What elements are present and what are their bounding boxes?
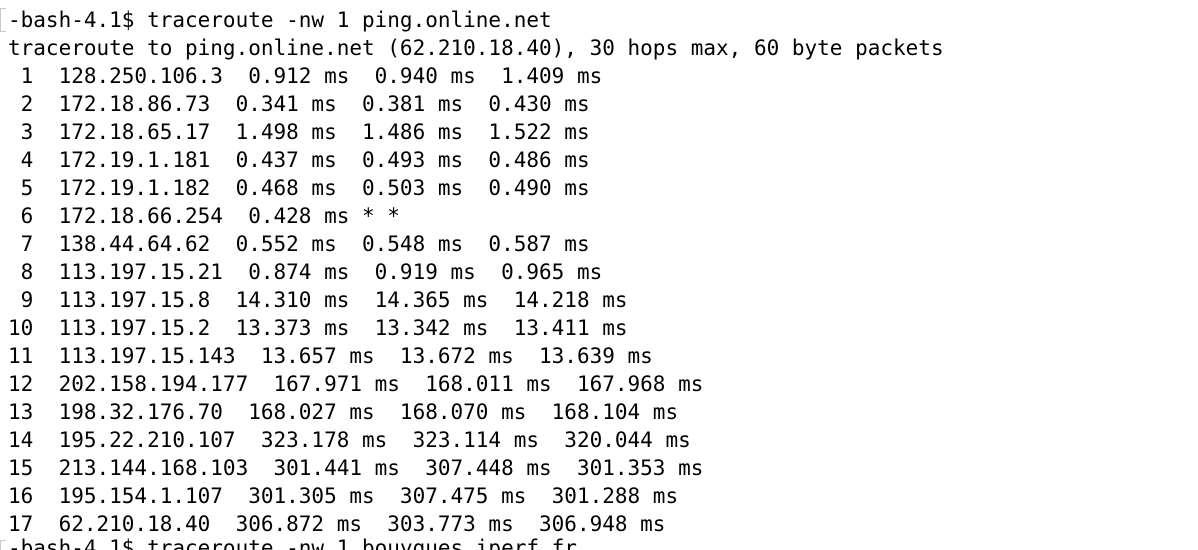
terminal-window[interactable]: -bash-4.1$ traceroute -nw 1 ping.online.…: [0, 0, 1198, 550]
command-mark: [0, 540, 6, 550]
hop-line: 6 172.18.66.254 0.428 ms * *: [8, 204, 400, 228]
command-prompt: -bash-4.1$ traceroute -nw 1 ping.online.…: [8, 8, 552, 32]
traceroute-header: traceroute to ping.online.net (62.210.18…: [8, 36, 944, 60]
hop-line: 14 195.22.210.107 323.178 ms 323.114 ms …: [8, 428, 691, 452]
hop-line: 4 172.19.1.181 0.437 ms 0.493 ms 0.486 m…: [8, 148, 590, 172]
hop-line: 10 113.197.15.2 13.373 ms 13.342 ms 13.4…: [8, 316, 628, 340]
hop-line: 1 128.250.106.3 0.912 ms 0.940 ms 1.409 …: [8, 64, 603, 88]
hop-line: 9 113.197.15.8 14.310 ms 14.365 ms 14.21…: [8, 288, 628, 312]
command-mark: [0, 8, 6, 32]
hop-line: 3 172.18.65.17 1.498 ms 1.486 ms 1.522 m…: [8, 120, 590, 144]
hop-line: 8 113.197.15.21 0.874 ms 0.919 ms 0.965 …: [8, 260, 603, 284]
hop-line: 5 172.19.1.182 0.468 ms 0.503 ms 0.490 m…: [8, 176, 590, 200]
hop-line: 11 113.197.15.143 13.657 ms 13.672 ms 13…: [8, 344, 653, 368]
terminal-output: -bash-4.1$ traceroute -nw 1 ping.online.…: [8, 6, 944, 538]
next-command-prompt: -bash-4.1$ traceroute -nw 1 bouygues.ipe…: [8, 536, 577, 550]
hop-line: 12 202.158.194.177 167.971 ms 168.011 ms…: [8, 372, 704, 396]
hop-line: 2 172.18.86.73 0.341 ms 0.381 ms 0.430 m…: [8, 92, 590, 116]
hop-line: 15 213.144.168.103 301.441 ms 307.448 ms…: [8, 456, 704, 480]
hop-line: 7 138.44.64.62 0.552 ms 0.548 ms 0.587 m…: [8, 232, 590, 256]
hop-line: 13 198.32.176.70 168.027 ms 168.070 ms 1…: [8, 400, 679, 424]
hop-line: 16 195.154.1.107 301.305 ms 307.475 ms 3…: [8, 484, 679, 508]
